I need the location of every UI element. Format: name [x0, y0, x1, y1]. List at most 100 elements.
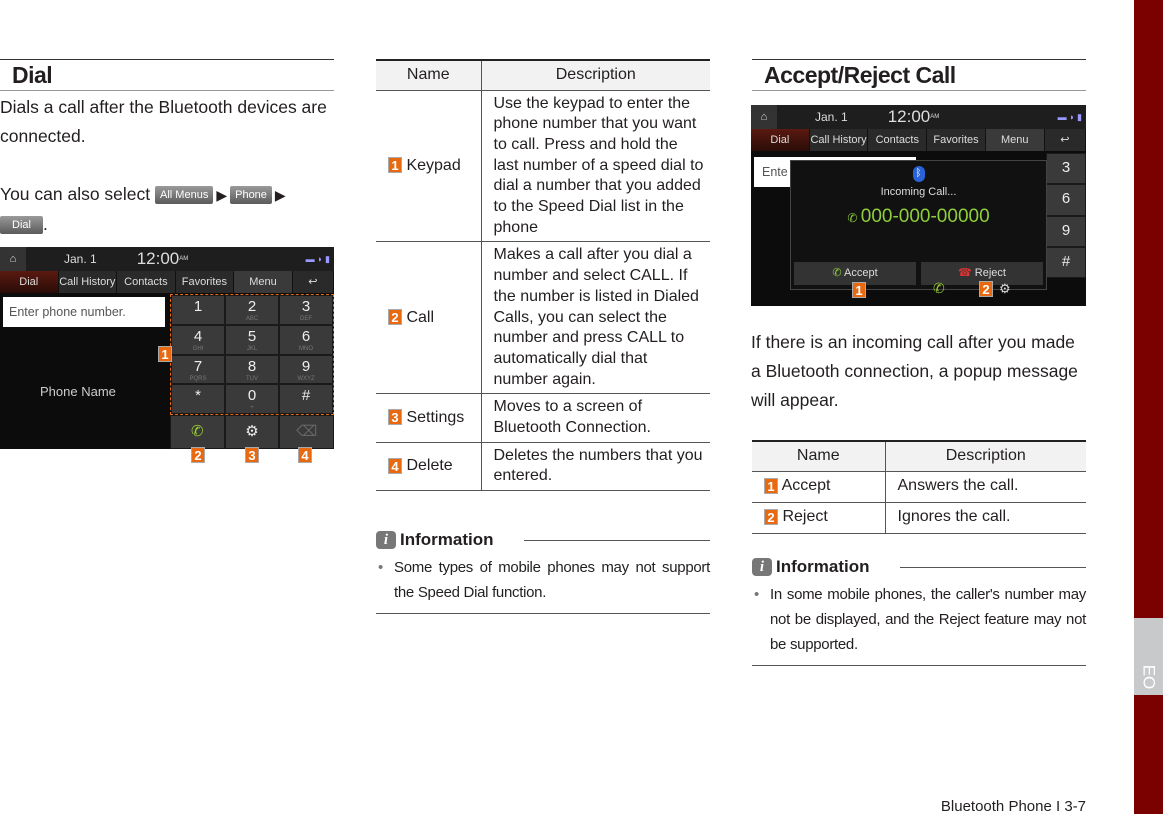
header-description: Description	[884, 440, 1086, 472]
callout-4: 4	[298, 447, 312, 463]
table-row: 1 Keypad Use the keypad to enter the phon…	[376, 90, 710, 243]
date: Jan. 1	[64, 252, 97, 266]
key-digit: 8	[247, 357, 257, 375]
delete-icon[interactable]: ⌫	[279, 415, 334, 449]
key-6[interactable]: 7 PQRS	[171, 354, 225, 385]
table-row: 2 Call Makes a call after you dial a numb…	[376, 241, 710, 395]
key-digit: 7	[193, 357, 203, 375]
date: Jan. 1	[815, 110, 848, 124]
settings-icon[interactable]: ⚙	[224, 415, 280, 449]
callout-1: 1	[158, 346, 172, 362]
number-badge: 2	[388, 309, 402, 326]
key-9[interactable]: *	[171, 384, 225, 414]
item-description: Use the keypad to enter the phone number…	[480, 90, 710, 243]
key-1[interactable]: 2 ABC	[225, 295, 279, 325]
name-cell: 4 Delete	[376, 442, 481, 492]
key-0[interactable]: 1	[171, 295, 225, 325]
item-name: Call	[406, 308, 435, 326]
header-description: Description	[480, 59, 710, 91]
tab-dial[interactable]: Dial	[0, 271, 59, 293]
key-digit: *	[195, 387, 201, 405]
key-letters: GHI	[192, 345, 204, 352]
info-icon: i	[376, 531, 396, 549]
key-4[interactable]: 5 JKL	[225, 324, 279, 355]
keypad: 1 2 ABC 3 DEF 4 GHI 5 JKL 6 MNO 7 PQRS 8 TUV 9 WXYZ * 0 + #	[170, 294, 334, 415]
tab-call-history[interactable]: Call History	[810, 129, 869, 151]
key-6[interactable]: 6	[1046, 184, 1086, 216]
key-letters: TUV	[246, 375, 258, 382]
key-letters: ABC	[245, 316, 259, 322]
key-3[interactable]: 4 GHI	[171, 324, 225, 355]
item-description: Deletes the numbers that you entered.	[480, 442, 710, 492]
info-text: Some types of mobile phones may not supp…	[376, 555, 710, 614]
menu-button[interactable]: Menu	[985, 129, 1045, 151]
page-footer: Bluetooth Phone I 3-7	[940, 798, 1086, 815]
header-name: Name	[752, 440, 885, 472]
incoming-label: Incoming Call...	[880, 186, 957, 198]
menu-button[interactable]: Menu	[234, 271, 293, 293]
tab-contacts[interactable]: Contacts	[868, 129, 928, 151]
back-icon[interactable]: ↩	[1045, 129, 1086, 151]
time: 12:00	[887, 107, 931, 126]
tab-favorites[interactable]: Favorites	[927, 129, 986, 151]
key-5[interactable]: 6 MNO	[279, 324, 333, 355]
caller-number: 000-000-00000	[860, 206, 990, 227]
callout-accept: 1	[852, 282, 866, 298]
name-cell: 2 Reject	[752, 502, 885, 534]
tab-contacts[interactable]: Contacts	[117, 271, 176, 293]
key-digit: #	[301, 387, 311, 405]
key-2[interactable]: 3 DEF	[279, 295, 333, 325]
chip-dial: Dial	[0, 216, 43, 235]
key-digit: 3	[301, 298, 311, 315]
info-title: Information	[776, 557, 870, 576]
ampm: AM	[930, 114, 940, 120]
key-digit: 1	[193, 298, 203, 315]
side-tab[interactable]: EO	[1134, 618, 1163, 695]
key-8[interactable]: 9 WXYZ	[279, 354, 333, 385]
phone-name: Phone Name	[40, 384, 116, 399]
number-badge: 1	[388, 157, 402, 174]
key-digit: 6	[301, 327, 311, 345]
back-icon[interactable]: ↩	[293, 271, 334, 293]
key-7[interactable]: 8 TUV	[225, 354, 279, 385]
call-icon[interactable]: ✆	[170, 415, 225, 449]
accept-phone-icon: ✆	[832, 267, 845, 279]
item-name: Delete	[406, 457, 453, 475]
home-icon[interactable]: ⌂	[751, 105, 777, 129]
key-11[interactable]: #	[279, 384, 333, 414]
number-badge: 4	[388, 457, 402, 474]
item-name: Settings	[406, 408, 465, 426]
item-name: Keypad	[406, 156, 461, 174]
section-title-accept: Accept/Reject Call	[752, 59, 1086, 91]
key-letters: DEF	[300, 316, 312, 322]
number-badge: 3	[388, 409, 402, 426]
key-9[interactable]: 9	[1046, 215, 1086, 247]
key-digit: 9	[301, 357, 311, 375]
reject-label: Reject	[974, 267, 1006, 279]
phone-number-input[interactable]: Enter phone number.	[3, 297, 165, 327]
key-hash[interactable]: #	[1046, 246, 1086, 278]
item-name: Reject	[782, 508, 828, 526]
chip-phone: Phone	[230, 186, 272, 205]
call-icon[interactable]: ✆	[933, 280, 945, 297]
info-box-1: iInformation Some types of mobile phones…	[376, 530, 710, 614]
number-badge: 2	[764, 508, 778, 525]
accept-label: Accept	[844, 267, 878, 279]
name-cell: 1 Keypad	[376, 90, 481, 243]
key-10[interactable]: 0 +	[225, 384, 279, 414]
home-icon[interactable]: ⌂	[0, 247, 26, 271]
phone-icon: ✆	[847, 211, 861, 225]
tab-call-history[interactable]: Call History	[59, 271, 118, 293]
tab-dial[interactable]: Dial	[751, 129, 810, 151]
key-digit: 0	[247, 387, 257, 405]
key-digit: 2	[247, 298, 257, 315]
item-description: Makes a call after you dial a number and…	[480, 241, 710, 395]
key-3[interactable]: 3	[1046, 153, 1086, 185]
header-name: Name	[376, 59, 481, 91]
key-letters: PQRS	[189, 375, 207, 382]
info-title: Information	[400, 530, 494, 549]
settings-icon[interactable]: ⚙	[999, 281, 1011, 297]
info-icon: i	[752, 558, 772, 576]
time: 12:00	[136, 249, 180, 268]
tab-favorites[interactable]: Favorites	[176, 271, 235, 293]
